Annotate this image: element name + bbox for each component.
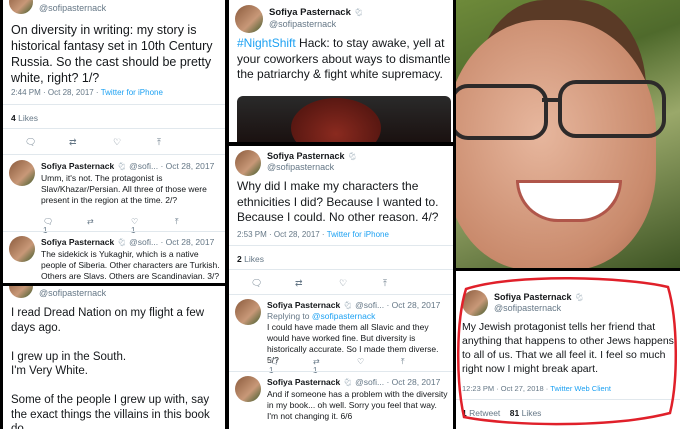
heart-icon[interactable]: ♡ bbox=[113, 137, 157, 148]
likes-stat[interactable]: 2 Likes bbox=[237, 254, 264, 264]
tweet-text: Why did I make my characters the ethnici… bbox=[237, 179, 439, 224]
hashtag-link[interactable]: #NightShift bbox=[237, 36, 296, 50]
reply-actions: 🗨︎ 1 ⇄ 1 ♡ ⤒ bbox=[269, 357, 445, 375]
share-icon[interactable]: ⤒ bbox=[401, 357, 445, 375]
reply-actions: 🗨︎ 1 ⇄ ♡ 1 ⤒ bbox=[43, 217, 219, 235]
goat-icon: 🐐︎ bbox=[353, 8, 364, 17]
share-icon[interactable]: ⤒ bbox=[383, 278, 427, 289]
tweet-media[interactable] bbox=[237, 96, 451, 142]
share-icon[interactable]: ⤒ bbox=[175, 217, 219, 235]
tweet-panel-3: Sofiya Pasternack 🐐︎ @sofipasternack #Ni… bbox=[229, 0, 453, 142]
heart-icon[interactable]: ♡ bbox=[339, 278, 383, 289]
tweet-handle[interactable]: @sofipasternack bbox=[39, 288, 106, 298]
reply-icon[interactable]: 🗨︎ 1 bbox=[43, 217, 87, 235]
reply-header: Sofiya Pasternack 🐐︎ @sofi... · Oct 28, … bbox=[41, 237, 215, 247]
tweet-actions: 🗨︎ ⇄ ♡ ⤒ bbox=[25, 137, 201, 148]
reply-text: Umm, it's not. The protagonist is Slav/K… bbox=[41, 173, 207, 205]
goat-icon: 🐐︎ bbox=[116, 162, 127, 171]
tweet-handle[interactable]: @sofipasternack bbox=[269, 19, 336, 29]
face-shape bbox=[456, 20, 656, 268]
avatar[interactable] bbox=[9, 160, 35, 186]
tweet-handle[interactable]: @sofipasternack bbox=[267, 162, 334, 172]
tweet-handle[interactable]: @sofipasternack bbox=[39, 3, 106, 13]
goat-icon: 🐐︎ bbox=[342, 301, 353, 310]
tweet-actions: 🗨︎ ⇄ ♡ ⤒ bbox=[251, 278, 427, 289]
reply-icon[interactable]: 🗨︎ bbox=[251, 278, 295, 289]
goat-icon: 🐐︎ bbox=[116, 238, 127, 247]
retweet-icon[interactable]: ⇄ bbox=[295, 278, 339, 289]
reply-text: And if someone has a problem with the di… bbox=[267, 389, 448, 421]
replying-to: Replying to @sofipasternack bbox=[267, 311, 376, 321]
tweet-author: Sofiya Pasternack 🐐︎ bbox=[269, 7, 364, 18]
portrait-photo bbox=[456, 0, 680, 268]
tweet-panel-4: Sofiya Pasternack 🐐︎ @sofipasternack Why… bbox=[229, 146, 453, 429]
tweet-author: Sofiya Pasternack 🐐︎ bbox=[267, 151, 358, 161]
reply-header: Sofiya Pasternack 🐐︎ @sofi... · Oct 28, … bbox=[41, 161, 215, 171]
goat-icon: 🐐︎ bbox=[347, 152, 358, 161]
goat-icon: 🐐︎ bbox=[342, 378, 353, 387]
heart-icon[interactable]: ♡ 1 bbox=[131, 217, 175, 235]
share-icon[interactable]: ⤒ bbox=[157, 137, 201, 148]
retweet-icon[interactable]: ⇄ 1 bbox=[313, 357, 357, 375]
avatar[interactable] bbox=[235, 299, 261, 325]
avatar[interactable] bbox=[9, 0, 33, 14]
reply-icon[interactable]: 🗨︎ bbox=[25, 137, 69, 148]
reply-icon[interactable]: 🗨︎ 1 bbox=[269, 357, 313, 375]
reply-text: The sidekick is Yukaghir, which is a nat… bbox=[41, 249, 220, 281]
tweet-panel-5: Sofiya Pasternack 🐐︎ @sofipasternack My … bbox=[456, 271, 680, 429]
glasses-icon bbox=[456, 78, 666, 140]
avatar[interactable] bbox=[235, 5, 263, 33]
tweet-panel-2: @sofipasternack I read Dread Nation on m… bbox=[3, 286, 225, 429]
heart-icon[interactable]: ♡ bbox=[357, 357, 401, 375]
tweet-timestamp: 2:53 PM · Oct 28, 2017 · Twitter for iPh… bbox=[237, 230, 389, 239]
tweet-text: I read Dread Nation on my flight a few d… bbox=[11, 307, 210, 429]
reply-header: Sofiya Pasternack 🐐︎ @sofi... · Oct 28, … bbox=[267, 300, 441, 310]
reply-header: Sofiya Pasternack 🐐︎ @sofi... · Oct 28, … bbox=[267, 377, 441, 387]
avatar[interactable] bbox=[9, 286, 33, 298]
avatar[interactable] bbox=[9, 236, 35, 262]
tweet-panel-1: @sofipasternack On diversity in writing:… bbox=[3, 0, 225, 283]
retweet-icon[interactable]: ⇄ bbox=[87, 217, 131, 235]
tweet-timestamp: 2:44 PM · Oct 28, 2017 · Twitter for iPh… bbox=[11, 88, 163, 97]
tweet-text: #NightShift Hack: to stay awake, yell at… bbox=[237, 36, 451, 81]
avatar[interactable] bbox=[235, 150, 261, 176]
tweet-text: On diversity in writing: my story is his… bbox=[11, 23, 213, 85]
avatar[interactable] bbox=[235, 376, 261, 402]
retweet-icon[interactable]: ⇄ bbox=[69, 137, 113, 148]
likes-stat[interactable]: 4 Likes bbox=[11, 113, 38, 123]
highlight-circle bbox=[457, 276, 677, 426]
